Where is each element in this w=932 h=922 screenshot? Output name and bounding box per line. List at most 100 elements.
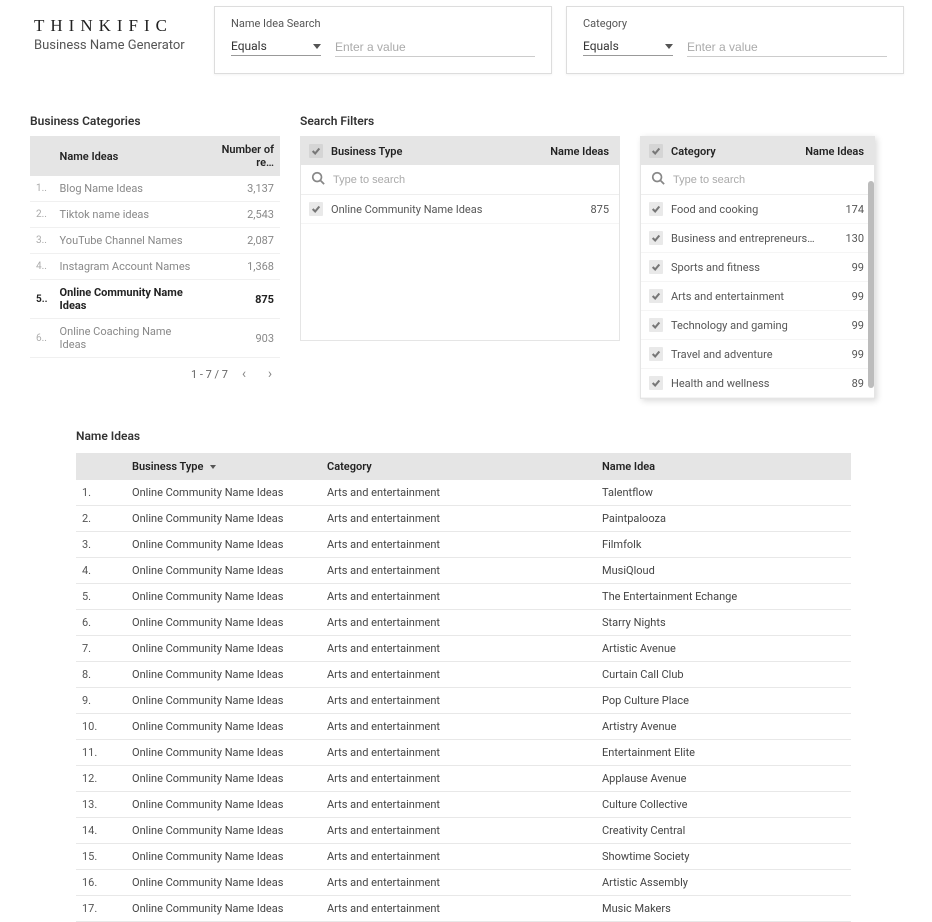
filter-row-name: Arts and entertainment [671,290,834,303]
name-ideas-col-cat[interactable]: Category [321,453,596,480]
filter-row-name: Business and entrepreneurs… [671,232,834,245]
name-idea-search-box: Name Idea Search Equals [214,6,552,74]
row-category: Arts and entertainment [321,714,596,740]
filter-row-count: 130 [834,232,864,245]
name-ideas-row[interactable]: 16.Online Community Name IdeasArts and e… [76,870,851,896]
row-index: 11. [76,740,126,766]
pager-prev-button[interactable]: ‹ [234,364,254,384]
row-index: 3.. [30,228,54,254]
business-category-row[interactable]: 5..Online Community Name Ideas875 [30,280,280,319]
name-ideas-section: Name Ideas Business Type Category Name I… [76,429,851,922]
business-categories-table: Name Ideas Number of re… 1..Blog Name Id… [30,136,280,358]
category-search-input[interactable] [673,174,864,186]
row-index: 6. [76,610,126,636]
row-name-idea: MusiQloud [596,558,851,584]
name-ideas-row[interactable]: 3.Online Community Name IdeasArts and en… [76,532,851,558]
name-ideas-row[interactable]: 12.Online Community Name IdeasArts and e… [76,766,851,792]
row-index: 12. [76,766,126,792]
name-ideas-row[interactable]: 15.Online Community Name IdeasArts and e… [76,844,851,870]
name-idea-operator-select[interactable]: Equals [231,39,321,56]
category-filter-row[interactable]: Health and wellness89 [641,369,874,398]
business-category-row[interactable]: 6..Online Coaching Name Ideas903 [30,319,280,358]
category-operator-select[interactable]: Equals [583,39,673,56]
name-ideas-col-idea[interactable]: Name Idea [596,453,851,480]
business-category-row[interactable]: 2..Tiktok name ideas2,543 [30,202,280,228]
name-ideas-row[interactable]: 9.Online Community Name IdeasArts and en… [76,688,851,714]
name-ideas-row[interactable]: 5.Online Community Name IdeasArts and en… [76,584,851,610]
business-category-row[interactable]: 1..Blog Name Ideas3,137 [30,176,280,202]
row-category: Arts and entertainment [321,506,596,532]
row-count: 2,543 [201,202,280,228]
filter-row-count: 99 [834,290,864,303]
category-filter-row[interactable]: Technology and gaming99 [641,311,874,340]
row-business-type: Online Community Name Ideas [126,636,321,662]
checkbox-icon[interactable] [649,289,663,303]
name-ideas-row[interactable]: 2.Online Community Name IdeasArts and en… [76,506,851,532]
logo-text: THINKIFIC [34,16,200,36]
biz-cat-col-name[interactable]: Name Ideas [54,136,202,176]
business-categories-title: Business Categories [30,114,280,128]
row-business-type: Online Community Name Ideas [126,714,321,740]
name-ideas-row[interactable]: 10.Online Community Name IdeasArts and e… [76,714,851,740]
checkbox-icon[interactable] [649,318,663,332]
row-name: YouTube Channel Names [54,228,202,254]
row-business-type: Online Community Name Ideas [126,740,321,766]
row-index: 5.. [30,280,54,319]
filter-row-name: Travel and adventure [671,348,834,361]
name-ideas-row[interactable]: 14.Online Community Name IdeasArts and e… [76,818,851,844]
category-filter-row[interactable]: Business and entrepreneurs…130 [641,224,874,253]
row-category: Arts and entertainment [321,558,596,584]
category-filter-row[interactable]: Travel and adventure99 [641,340,874,369]
category-filter-row[interactable]: Food and cooking174 [641,195,874,224]
business-category-row[interactable]: 3..YouTube Channel Names2,087 [30,228,280,254]
category-filter-row[interactable]: Arts and entertainment99 [641,282,874,311]
name-ideas-row[interactable]: 17.Online Community Name IdeasArts and e… [76,896,851,922]
name-ideas-row[interactable]: 6.Online Community Name IdeasArts and en… [76,610,851,636]
business-type-select-all-checkbox[interactable] [309,144,323,158]
row-name-idea: Pop Culture Place [596,688,851,714]
name-ideas-row[interactable]: 4.Online Community Name IdeasArts and en… [76,558,851,584]
business-type-filter-row[interactable]: Online Community Name Ideas875 [301,195,619,224]
filter-row-count: 89 [834,377,864,390]
row-name-idea: Artistic Avenue [596,636,851,662]
checkbox-icon[interactable] [649,202,663,216]
category-value-input[interactable] [687,38,887,57]
row-category: Arts and entertainment [321,584,596,610]
category-header-name: Category [671,145,805,158]
row-index: 8. [76,662,126,688]
checkbox-icon[interactable] [649,347,663,361]
business-category-row[interactable]: 4..Instagram Account Names1,368 [30,254,280,280]
row-count: 3,137 [201,176,280,202]
business-type-filter-panel: Business Type Name Ideas Online Communit… [300,136,620,341]
row-name: Online Coaching Name Ideas [54,319,202,358]
name-ideas-row[interactable]: 11.Online Community Name IdeasArts and e… [76,740,851,766]
row-index: 13. [76,792,126,818]
name-ideas-col-biz[interactable]: Business Type [126,453,321,480]
checkbox-icon[interactable] [649,231,663,245]
category-operator-value: Equals [583,39,619,53]
checkbox-icon[interactable] [309,202,323,216]
biz-cat-col-count[interactable]: Number of re… [201,136,280,176]
name-ideas-row[interactable]: 8.Online Community Name IdeasArts and en… [76,662,851,688]
name-idea-operator-value: Equals [231,39,267,53]
business-categories-panel: Business Categories Name Ideas Number of… [30,114,280,384]
category-filter-row[interactable]: Sports and fitness99 [641,253,874,282]
business-type-search-input[interactable] [333,174,609,186]
row-index: 15. [76,844,126,870]
row-index: 3. [76,532,126,558]
checkbox-icon[interactable] [649,260,663,274]
name-ideas-row[interactable]: 1.Online Community Name IdeasArts and en… [76,480,851,506]
row-name-idea: Starry Nights [596,610,851,636]
row-category: Arts and entertainment [321,610,596,636]
filter-row-name: Technology and gaming [671,319,834,332]
category-select-all-checkbox[interactable] [649,144,663,158]
row-index: 5. [76,584,126,610]
pager-next-button[interactable]: › [260,364,280,384]
row-name: Tiktok name ideas [54,202,202,228]
checkbox-icon[interactable] [649,376,663,390]
name-ideas-row[interactable]: 13.Online Community Name IdeasArts and e… [76,792,851,818]
row-name-idea: Applause Avenue [596,766,851,792]
name-ideas-row[interactable]: 7.Online Community Name IdeasArts and en… [76,636,851,662]
name-idea-value-input[interactable] [335,38,535,57]
category-scrollbar[interactable] [868,181,874,388]
